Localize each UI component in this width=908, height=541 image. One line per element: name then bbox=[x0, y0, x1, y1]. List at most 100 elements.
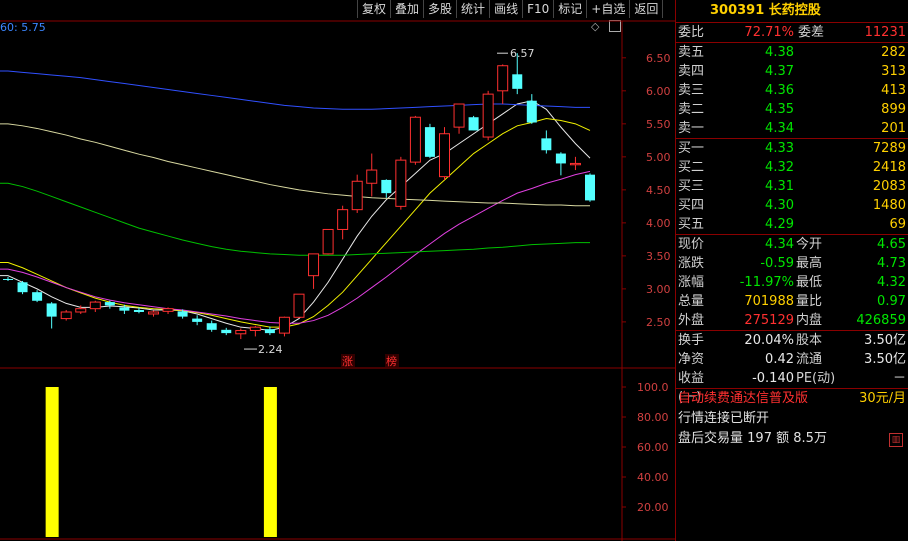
candle-body-down bbox=[119, 307, 130, 311]
y-tick-label: 6.50 bbox=[646, 52, 671, 65]
sell-volume: 899 bbox=[881, 102, 906, 117]
candle-body-up bbox=[308, 253, 320, 277]
weibi-label: 委比 bbox=[678, 25, 705, 40]
candle-body-up bbox=[482, 93, 494, 138]
candle-body-down bbox=[133, 310, 144, 312]
candle-body-up bbox=[278, 316, 290, 334]
after-hours-label: 盘后交易量 bbox=[678, 431, 744, 446]
weicha-value: 11231 bbox=[864, 25, 906, 40]
y-tick-label: 6.00 bbox=[646, 85, 671, 98]
candle-body-down bbox=[46, 303, 57, 317]
buy-volume: 2083 bbox=[872, 179, 906, 194]
sell-label: 卖四 bbox=[678, 64, 705, 79]
y-tick-label: 4.50 bbox=[646, 184, 671, 197]
candle-body-down bbox=[32, 292, 43, 301]
after-hours-amount-label: 额 bbox=[776, 431, 790, 446]
quote-panel: 300391 长药控股 委比 72.71% 委差 11231 卖五 4.38 282… bbox=[675, 0, 908, 541]
buy-row-4: 买四 4.30 1480 bbox=[676, 196, 908, 215]
sell-label: 卖二 bbox=[678, 102, 705, 117]
buy-row-3: 买三 4.31 2083 bbox=[676, 177, 908, 196]
y-tick-label: 5.00 bbox=[646, 151, 671, 164]
ma-line-ma_grey bbox=[0, 123, 590, 207]
event-mark-0: 涨 bbox=[342, 355, 353, 368]
buy-label: 买二 bbox=[678, 160, 705, 175]
high-price-label: 6.57 bbox=[510, 47, 535, 60]
calculator-icon[interactable]: ▥ bbox=[889, 433, 903, 447]
candle-body-down bbox=[381, 179, 392, 194]
quote-value-2: 426859 bbox=[856, 313, 906, 328]
stat-label: 净资 bbox=[678, 352, 705, 367]
ad-text: 自动续费通达信普及版 bbox=[678, 391, 809, 406]
kline-chart[interactable]: 6.50 6.00 5.50 5.00 4.50 4.00 3.50 3.00 2.50 6.57… bbox=[0, 0, 675, 541]
quote-label: 涨幅 bbox=[678, 275, 705, 290]
candle-body-up bbox=[337, 209, 349, 230]
buy-row-1: 买一 4.33 7289 bbox=[676, 139, 908, 158]
sell-price: 4.38 bbox=[765, 45, 794, 60]
buy-orders: 买一 4.33 7289 买二 4.32 2418 买三 4.31 2083 买四 4.30 1480… bbox=[676, 139, 908, 235]
weibi-row: 委比 72.71% 委差 11231 bbox=[676, 23, 908, 43]
buy-row-2: 买二 4.32 2418 bbox=[676, 158, 908, 177]
quote-label: 涨跌 bbox=[678, 256, 705, 271]
sell-row-5: 卖一 4.34 201 bbox=[676, 119, 908, 138]
quote-value: 275129 bbox=[744, 313, 794, 328]
sell-row-2: 卖四 4.37 313 bbox=[676, 62, 908, 81]
quote-stats: 现价 4.34 今开 4.65 涨跌 -0.59 最高 4.73 涨幅 -11.97% 最低 4.32… bbox=[676, 235, 908, 331]
sub-tick-label: 40.00 bbox=[637, 471, 669, 484]
quote-value: 701988 bbox=[744, 294, 794, 309]
candle-body-up bbox=[366, 169, 378, 184]
candle-body-down bbox=[468, 117, 479, 131]
sell-row-1: 卖五 4.38 282 bbox=[676, 43, 908, 62]
candle-body-down bbox=[17, 282, 28, 293]
stat-value: -0.140 bbox=[752, 371, 794, 386]
signal-bar bbox=[263, 387, 277, 537]
candle-body-down bbox=[3, 278, 13, 280]
candle-body-down bbox=[264, 329, 275, 334]
sell-label: 卖五 bbox=[678, 45, 705, 60]
quote-label: 外盘 bbox=[678, 313, 705, 328]
sell-price: 4.34 bbox=[765, 121, 794, 136]
sell-orders: 卖五 4.38 282 卖四 4.37 313 卖三 4.36 413 卖二 4.35 899 卖一 4.… bbox=[676, 43, 908, 139]
candle-body-down bbox=[177, 311, 188, 317]
quote-label-2: 最低 bbox=[796, 275, 823, 290]
connection-status: 行情连接已断开 bbox=[678, 411, 770, 426]
stat-label-2: 流通 bbox=[796, 352, 823, 367]
candle-body-up bbox=[322, 228, 334, 255]
candle-body-up bbox=[249, 326, 261, 331]
quote-row-3: 涨幅 -11.97% 最低 4.32 bbox=[676, 273, 908, 292]
y-tick-label: 5.50 bbox=[646, 118, 671, 131]
quote-label-2: 量比 bbox=[796, 294, 823, 309]
sell-price: 4.36 bbox=[765, 83, 794, 98]
stat-value: 20.04% bbox=[744, 333, 794, 348]
sell-volume: 201 bbox=[881, 121, 906, 136]
candle-body-up bbox=[409, 116, 421, 163]
share-stats: 换手 20.04% 股本 3.50亿 净资 0.42 流通 3.50亿 收益(一) -0.140 P… bbox=[676, 331, 908, 405]
buy-price: 4.30 bbox=[765, 198, 794, 213]
candle-body-down bbox=[104, 302, 115, 306]
stat-label: 收益(一) bbox=[678, 371, 705, 405]
quote-value-2: 4.65 bbox=[877, 237, 906, 252]
buy-label: 买四 bbox=[678, 198, 705, 213]
buy-volume: 1480 bbox=[872, 198, 906, 213]
buy-price: 4.33 bbox=[765, 141, 794, 156]
buy-price: 4.32 bbox=[765, 160, 794, 175]
quote-value: -0.59 bbox=[760, 256, 794, 271]
candle-body-up bbox=[395, 159, 407, 207]
quote-label-2: 最高 bbox=[796, 256, 823, 271]
candle-body-down bbox=[512, 74, 523, 89]
candle-body-down bbox=[526, 100, 537, 123]
weibi-value: 72.71% bbox=[744, 25, 794, 40]
subscription-ad[interactable]: 自动续费通达信普及版 30元/月 bbox=[676, 389, 908, 409]
sell-volume: 413 bbox=[881, 83, 906, 98]
candle-body-up bbox=[497, 65, 509, 92]
sell-row-3: 卖三 4.36 413 bbox=[676, 81, 908, 100]
quote-label: 总量 bbox=[678, 294, 705, 309]
candle-body-up bbox=[235, 329, 247, 335]
candle-body-up bbox=[75, 308, 87, 313]
buy-label: 买五 bbox=[678, 217, 705, 232]
candle-body-up bbox=[148, 311, 159, 315]
stat-label-2: 股本 bbox=[796, 333, 823, 348]
buy-price: 4.31 bbox=[765, 179, 794, 194]
buy-volume: 2418 bbox=[872, 160, 906, 175]
buy-label: 买一 bbox=[678, 141, 705, 156]
buy-row-5: 买五 4.29 69 bbox=[676, 215, 908, 234]
